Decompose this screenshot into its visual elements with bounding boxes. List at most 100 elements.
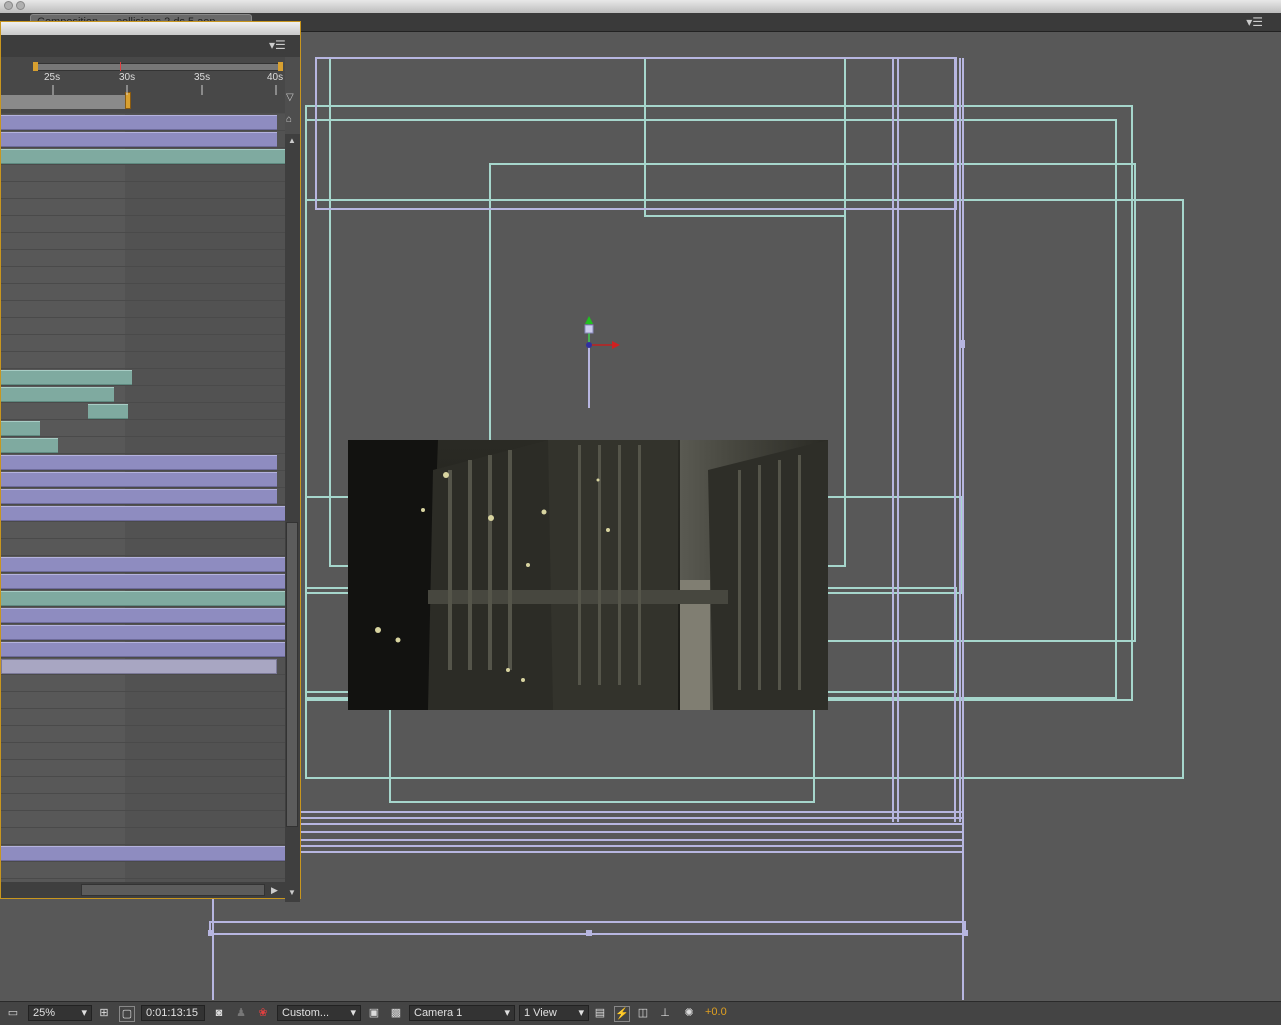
layer-bar[interactable] <box>1 132 277 147</box>
layer-bar[interactable] <box>1 608 285 623</box>
layer-row[interactable] <box>1 216 285 233</box>
comp-marker-icon[interactable]: ▽ <box>286 92 298 104</box>
layer-bar[interactable] <box>1 115 277 130</box>
layer-row[interactable] <box>1 743 285 760</box>
layer-row[interactable] <box>1 437 285 454</box>
layer-bar[interactable] <box>1 591 285 606</box>
fast-preview-icon[interactable]: ⚡ <box>614 1006 630 1022</box>
scroll-up-arrow-icon[interactable]: ▲ <box>288 136 297 145</box>
layer-bar[interactable] <box>1 455 277 470</box>
layer-bar[interactable] <box>1 438 58 453</box>
snapshot-icon[interactable]: ◙ <box>212 1006 226 1020</box>
vertical-scrollbar[interactable]: ▲ ▼ <box>285 134 300 902</box>
layer-row[interactable] <box>1 811 285 828</box>
layer-row[interactable] <box>1 760 285 777</box>
layer-row[interactable] <box>1 488 285 505</box>
layer-row[interactable] <box>1 114 285 131</box>
layer-row[interactable] <box>1 131 285 148</box>
layer-row[interactable] <box>1 199 285 216</box>
layer-row[interactable] <box>1 471 285 488</box>
layer-bar[interactable] <box>1 642 285 657</box>
horizontal-scrollbar[interactable]: ▶ <box>1 882 285 898</box>
layer-row[interactable] <box>1 403 285 420</box>
layer-row[interactable] <box>1 624 285 641</box>
panel-menu-icon[interactable]: ▾☰ <box>1246 15 1263 29</box>
horizontal-scroll-thumb[interactable] <box>81 884 265 896</box>
layer-row[interactable] <box>1 369 285 386</box>
layer-row[interactable] <box>1 828 285 845</box>
title-action-safe-icon[interactable]: ⊞ <box>97 1006 111 1020</box>
timeline-icon[interactable]: ◫ <box>636 1006 650 1020</box>
layer-row[interactable] <box>1 148 285 165</box>
always-preview-icon[interactable]: ▭ <box>6 1006 20 1020</box>
timeline-panel-titlebar[interactable] <box>1 22 300 35</box>
view-layout-dropdown[interactable]: 1 View ▾ <box>519 1005 589 1021</box>
layer-row[interactable] <box>1 233 285 250</box>
layer-bar[interactable] <box>1 421 40 436</box>
layer-row[interactable] <box>1 284 285 301</box>
exposure-value[interactable]: +0.0 <box>705 1006 727 1018</box>
layer-row[interactable] <box>1 522 285 539</box>
flowchart-icon[interactable]: ⊥ <box>658 1006 672 1020</box>
camera-view-dropdown[interactable]: Camera 1 ▾ <box>409 1005 515 1021</box>
layer-bar[interactable] <box>1 489 277 504</box>
layer-row[interactable] <box>1 182 285 199</box>
layer-row[interactable] <box>1 607 285 624</box>
layer-row[interactable] <box>1 845 285 862</box>
reset-exposure-icon[interactable]: ✺ <box>682 1006 696 1020</box>
minimize-window-button[interactable] <box>16 1 25 10</box>
footage-layer[interactable] <box>348 440 828 710</box>
layer-bar-selected[interactable] <box>1 659 277 674</box>
layer-row[interactable] <box>1 709 285 726</box>
layer-row[interactable] <box>1 794 285 811</box>
layer-bar[interactable] <box>1 387 114 402</box>
layer-row[interactable] <box>1 573 285 590</box>
layer-bar[interactable] <box>1 370 132 385</box>
layer-row[interactable] <box>1 675 285 692</box>
layer-row[interactable] <box>1 658 285 675</box>
layer-row[interactable] <box>1 692 285 709</box>
layer-row[interactable] <box>1 165 285 182</box>
time-ruler[interactable] <box>1 57 285 113</box>
layer-row[interactable] <box>1 386 285 403</box>
layer-row[interactable] <box>1 420 285 437</box>
layer-row[interactable] <box>1 267 285 284</box>
layer-row[interactable] <box>1 641 285 658</box>
layer-row[interactable] <box>1 301 285 318</box>
layer-row[interactable] <box>1 250 285 267</box>
comp-button-icon[interactable]: ⌂ <box>286 114 298 126</box>
pixel-aspect-icon[interactable]: ▤ <box>593 1006 607 1020</box>
vertical-scroll-thumb[interactable] <box>286 522 298 827</box>
layer-bar[interactable] <box>88 404 128 419</box>
layer-row[interactable] <box>1 590 285 607</box>
layer-row[interactable] <box>1 318 285 335</box>
color-channel-icon[interactable]: ❀ <box>256 1006 270 1020</box>
layer-row[interactable] <box>1 556 285 573</box>
layer-row[interactable] <box>1 454 285 471</box>
layer-row[interactable] <box>1 726 285 743</box>
scroll-right-arrow-icon[interactable]: ▶ <box>271 884 283 896</box>
magnification-dropdown[interactable]: 25% ▾ <box>28 1005 92 1021</box>
layer-bar[interactable] <box>1 149 285 164</box>
layer-row[interactable] <box>1 862 285 879</box>
show-snapshot-icon[interactable]: ♟ <box>234 1006 248 1020</box>
current-time-field[interactable]: 0:01:13:15 <box>141 1005 205 1021</box>
toggle-mask-visibility-icon[interactable]: ▢ <box>119 1006 135 1022</box>
layer-row[interactable] <box>1 505 285 522</box>
transparency-grid-icon[interactable]: ▩ <box>389 1006 403 1020</box>
close-window-button[interactable] <box>4 1 13 10</box>
resolution-dropdown[interactable]: Custom... ▾ <box>277 1005 361 1021</box>
layer-bar[interactable] <box>1 557 285 572</box>
layer-row[interactable] <box>1 777 285 794</box>
scroll-down-arrow-icon[interactable]: ▼ <box>288 888 297 897</box>
layer-bar[interactable] <box>1 472 277 487</box>
layer-bar[interactable] <box>1 574 285 589</box>
region-of-interest-icon[interactable]: ▣ <box>367 1006 381 1020</box>
layer-bar[interactable] <box>1 846 285 861</box>
layer-row[interactable] <box>1 352 285 369</box>
axis-gizmo[interactable] <box>584 316 620 349</box>
layer-row[interactable] <box>1 335 285 352</box>
layer-bar[interactable] <box>1 625 285 640</box>
layer-bar[interactable] <box>1 506 285 521</box>
timeline-panel-menu-icon[interactable]: ▾☰ <box>269 38 286 52</box>
